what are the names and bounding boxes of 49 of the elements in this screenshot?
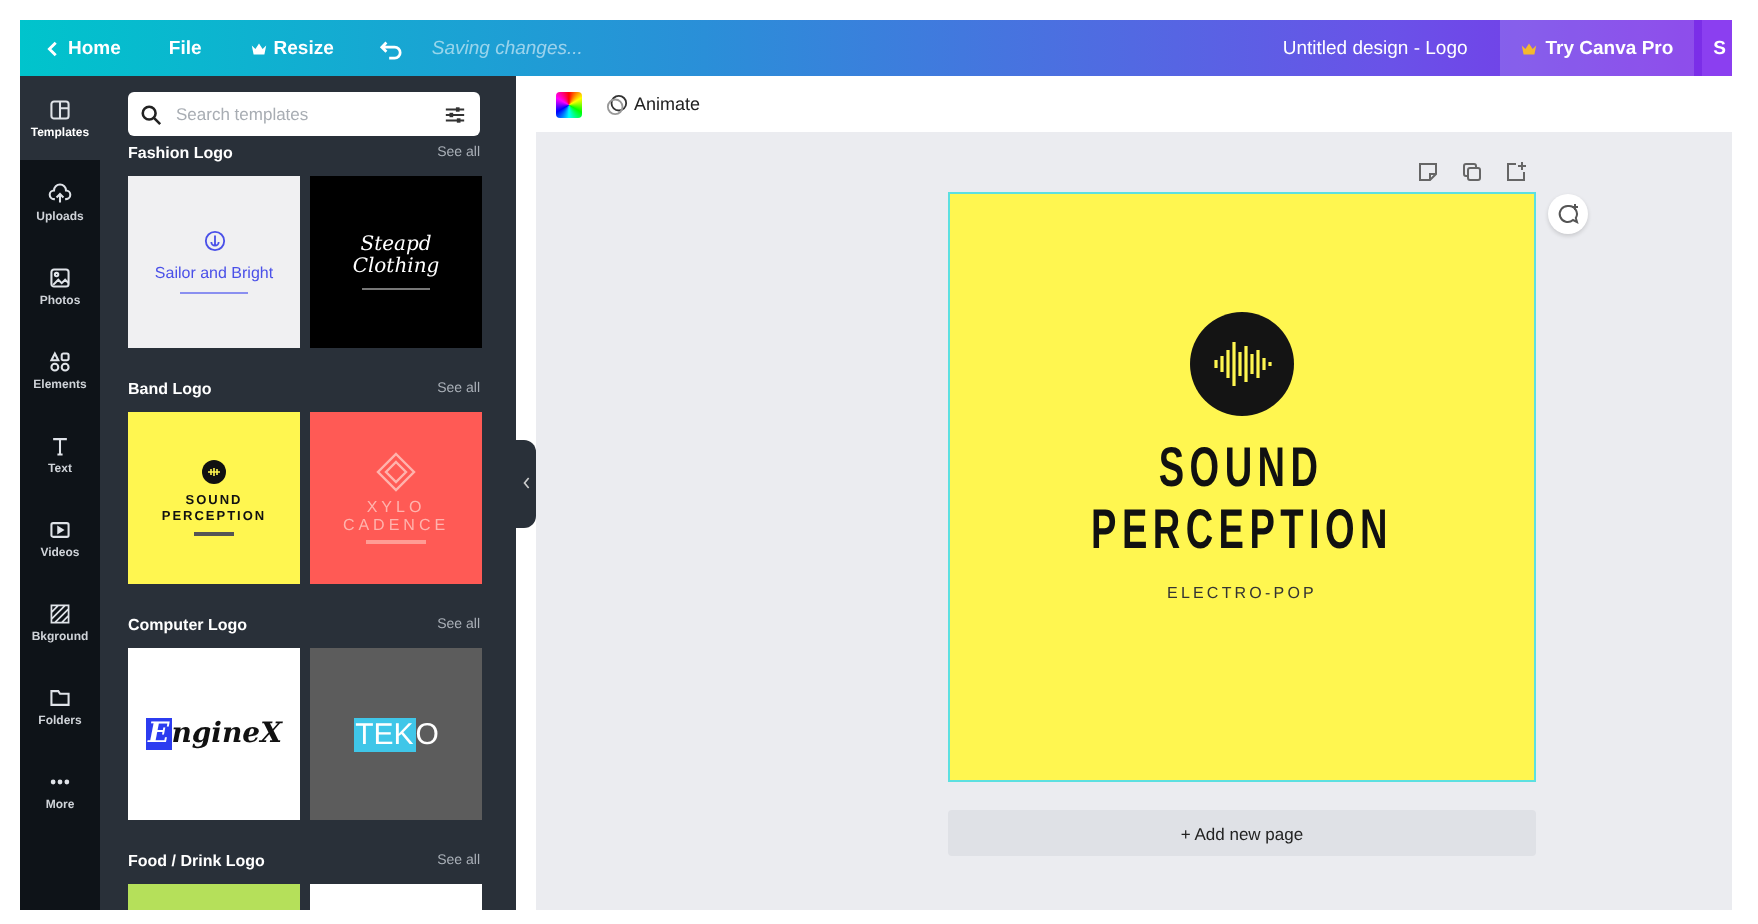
share-button[interactable]: S [1701,20,1732,76]
section-title: Band Logo [128,379,212,397]
crown-icon [1519,39,1538,57]
template-thumbnail[interactable]: Steapd Clothing [310,176,482,348]
logo-subtitle: ELECTRO-POP [1167,584,1317,602]
section-title: Food / Drink Logo [128,851,265,869]
search-field[interactable]: Search templates [128,92,480,136]
document-title[interactable]: Untitled design - Logo [1282,37,1468,59]
logo-title: SOUND [1159,436,1325,498]
tagline-bar [194,532,234,536]
diamond-icon [376,452,416,493]
sound-wave-icon [202,460,226,485]
search-icon [140,103,162,125]
text-icon [48,433,72,457]
layout-icon [48,97,72,121]
design-canvas[interactable]: SOUND PERCEPTION ELECTRO-POP [948,192,1536,782]
template-thumbnail[interactable]: EngineX [128,648,300,820]
tagline-bar [180,291,248,295]
pro-button[interactable]: Try Canva Pro [1499,20,1694,76]
circles-icon [606,93,628,115]
cloud-upload-icon [48,181,72,205]
color-picker[interactable] [556,91,582,117]
template-thumbnail[interactable]: Sailor and Bright [128,176,300,348]
video-icon [48,517,72,541]
comment-button[interactable] [1548,194,1588,234]
collapse-handle[interactable] [516,439,536,527]
tagline-bar [362,287,430,291]
section-title: Fashion Logo [128,143,233,161]
image-icon [48,265,72,289]
add-page-icon[interactable] [1504,160,1528,184]
note-icon[interactable] [1416,160,1440,184]
tagline-bar [366,540,426,544]
anchor-icon [203,229,225,252]
shapes-icon [48,349,72,373]
animate-button[interactable]: Animate [602,89,705,119]
add-comment-icon [1556,202,1580,226]
folder-icon [48,685,72,709]
logo-title: PERCEPTION [1091,498,1393,560]
template-thumbnail[interactable]: TEKO [310,648,482,820]
add-page-button[interactable]: + Add new page [948,810,1536,856]
pattern-icon [48,601,72,625]
crown-icon [249,39,268,57]
save-status: Saving changes... [431,37,583,59]
filter-icon[interactable] [444,103,466,125]
sound-wave-icon [1190,312,1294,416]
duplicate-icon[interactable] [1460,160,1484,184]
back-icon [44,39,62,57]
section-title: Computer Logo [128,615,248,633]
undo-icon[interactable] [377,37,404,59]
